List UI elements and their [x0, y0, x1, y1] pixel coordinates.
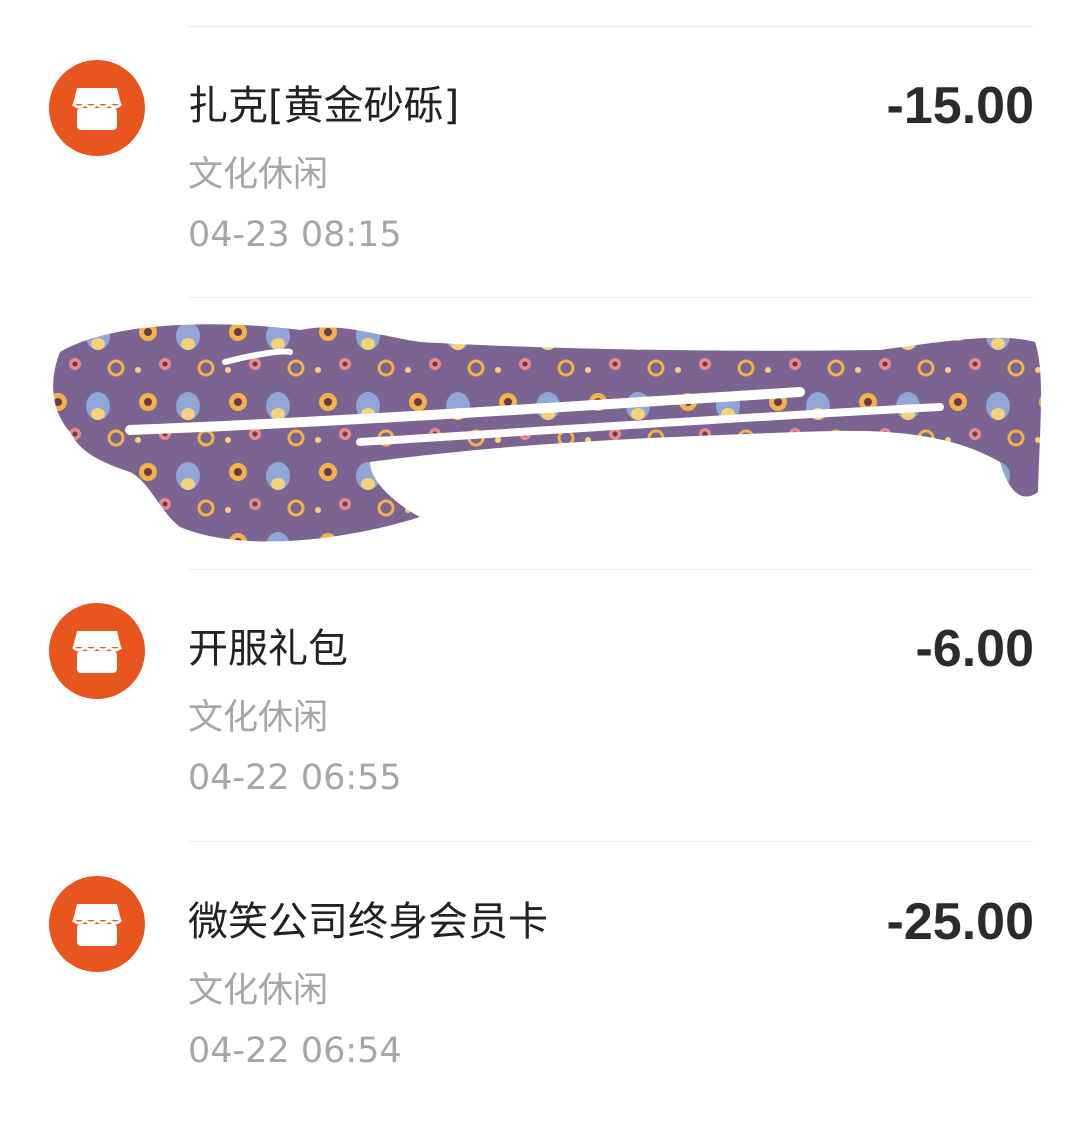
- transaction-time: 04-22 06:54: [188, 1031, 402, 1071]
- transaction-amount: -25.00: [886, 893, 1034, 951]
- transaction-time: 04-22 06:55: [188, 758, 402, 798]
- merchant-title: 微笑公司终身会员卡: [188, 899, 548, 945]
- transaction-row[interactable]: 开服礼包 文化休闲 04-22 06:55 -6.00: [0, 603, 1080, 853]
- transaction-category: 文化休闲: [188, 155, 329, 195]
- list-divider: [188, 297, 1034, 298]
- transaction-category: 文化休闲: [188, 971, 329, 1011]
- list-divider: [188, 569, 1034, 570]
- transaction-row[interactable]: 微笑公司终身会员卡 文化休闲 04-22 06:54 -25.00: [0, 876, 1080, 1126]
- redaction-scribble: [53, 324, 1042, 542]
- list-divider: [188, 26, 1034, 27]
- merchant-title: 开服礼包: [188, 626, 348, 672]
- list-divider: [188, 841, 1034, 842]
- transaction-amount: -15.00: [886, 77, 1034, 135]
- transaction-category: 文化休闲: [188, 698, 329, 738]
- store-icon: [49, 60, 145, 156]
- transaction-amount: -6.00: [915, 620, 1034, 678]
- store-icon: [49, 603, 145, 699]
- merchant-title: 扎克[黄金砂砾]: [188, 83, 460, 129]
- transaction-row[interactable]: 扎克[黄金砂砾] 文化休闲 04-23 08:15 -15.00: [0, 60, 1080, 310]
- store-icon: [49, 876, 145, 972]
- transaction-time: 04-23 08:15: [188, 215, 402, 255]
